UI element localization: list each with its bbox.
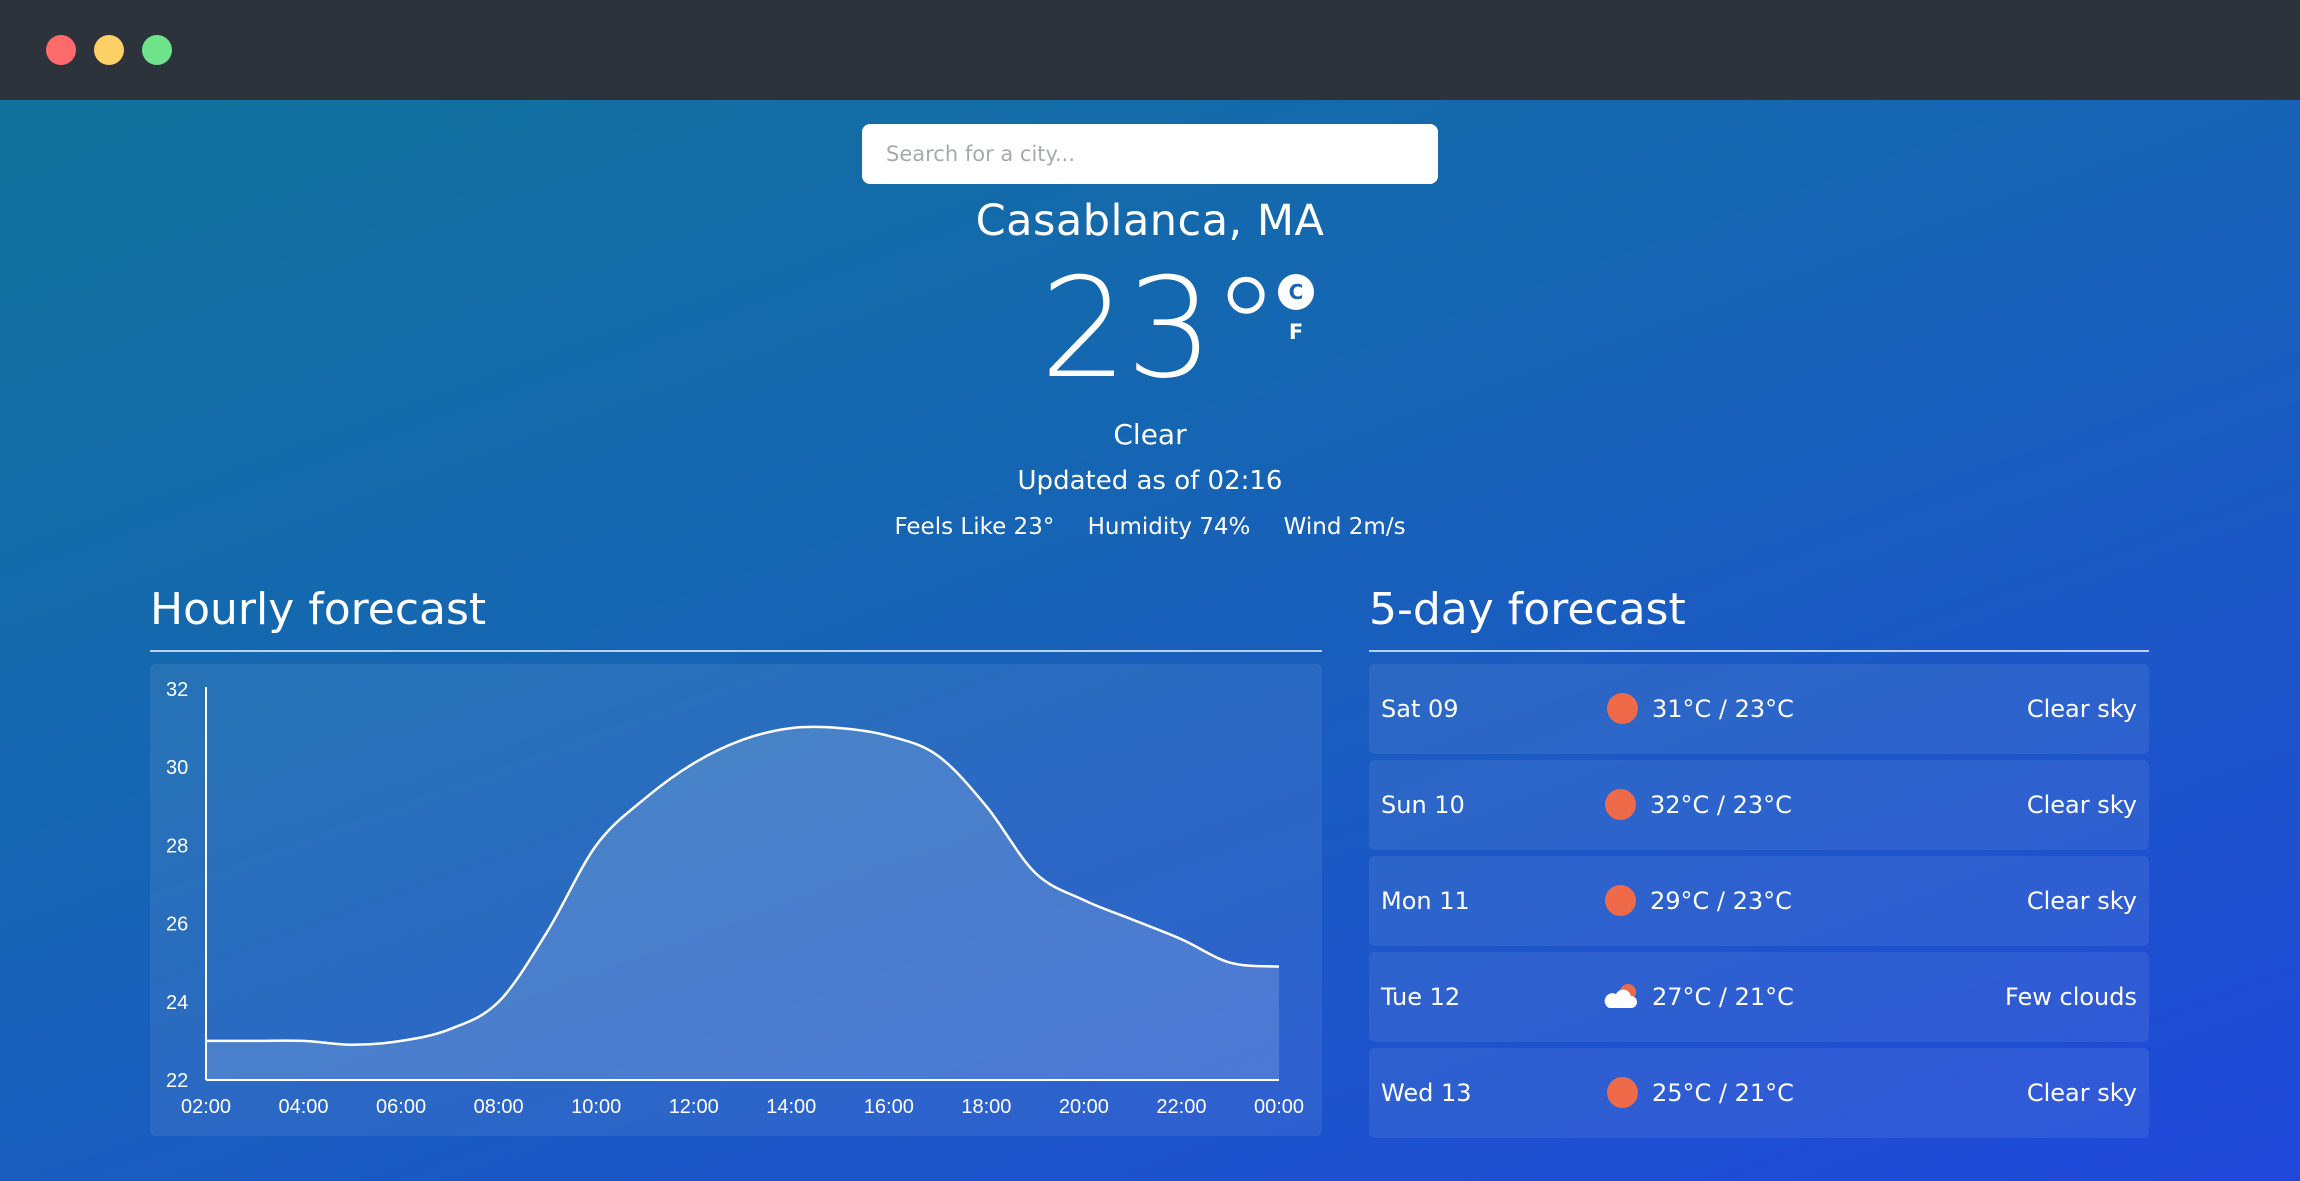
day-row: Tue 12 27°C / 21°C Few clouds: [1369, 952, 2149, 1042]
x-tick-label: 20:00: [1059, 1096, 1109, 1118]
x-tick-label: 02:00: [181, 1096, 231, 1118]
y-tick-label: 28: [166, 835, 188, 857]
x-tick-label: 22:00: [1156, 1096, 1206, 1118]
y-tick-label: 32: [166, 679, 188, 701]
weather-condition: Clear: [1113, 418, 1187, 451]
day-label: Tue 12: [1381, 983, 1461, 1011]
updated-time: Updated as of 02:16: [1017, 466, 1283, 496]
city-search-input[interactable]: [862, 124, 1438, 184]
minimize-window-button[interactable]: [94, 35, 124, 65]
day-row: Sun 10 32°C / 23°C Clear sky: [1369, 760, 2149, 850]
hourly-chart: 22 24 26 28 30 32 02:00 04:00 06:00 08:00 10:00 12:…: [150, 664, 1322, 1136]
temp-range: 25°C / 21°C: [1652, 1079, 1794, 1107]
sun-icon: [1605, 789, 1636, 820]
x-tick-label: 12:00: [669, 1096, 719, 1118]
temp-range: 32°C / 23°C: [1650, 791, 1792, 819]
day-description: Clear sky: [2026, 695, 2137, 723]
y-tick-label: 22: [166, 1070, 188, 1092]
x-tick-label: 16:00: [864, 1096, 914, 1118]
series-area: [206, 726, 1279, 1080]
y-tick-label: 26: [166, 914, 188, 936]
x-tick-label: 18:00: [961, 1096, 1011, 1118]
x-tick-label: 06:00: [376, 1096, 426, 1118]
humidity: Humidity 74%: [1087, 514, 1251, 540]
browser-window: Casablanca, MA 23° C F Clear Updated as …: [0, 0, 2300, 1181]
fahrenheit-toggle[interactable]: F: [1278, 320, 1314, 344]
sun-icon: [1605, 885, 1636, 916]
current-temperature: 23°: [1040, 248, 1281, 409]
x-tick-label: 14:00: [766, 1096, 816, 1118]
x-tick-label: 00:00: [1254, 1096, 1304, 1118]
x-tick-label: 10:00: [571, 1096, 621, 1118]
day-label: Mon 11: [1381, 887, 1470, 915]
close-window-button[interactable]: [46, 35, 76, 65]
day-description: Few clouds: [2004, 983, 2137, 1011]
temp-range: 27°C / 21°C: [1652, 983, 1794, 1011]
day-description: Clear sky: [2026, 887, 2137, 915]
day-label: Sun 10: [1381, 791, 1465, 819]
day-row: Sat 09 31°C / 23°C Clear sky: [1369, 664, 2149, 754]
sun-icon: [1607, 1077, 1638, 1108]
hourly-forecast-title: Hourly forecast: [150, 584, 487, 635]
weather-details: Feels Like 23° Humidity 74% Wind 2m/s: [0, 514, 2300, 540]
title-bar: [0, 0, 2300, 100]
wind: Wind 2m/s: [1283, 514, 1406, 540]
feels-like: Feels Like 23°: [894, 514, 1055, 540]
weather-app: Casablanca, MA 23° C F Clear Updated as …: [0, 100, 2300, 1181]
day-row: Mon 11 29°C / 23°C Clear sky: [1369, 856, 2149, 946]
day-label: Sat 09: [1381, 695, 1459, 723]
y-tick-label: 24: [166, 992, 188, 1014]
sun-icon: [1607, 693, 1638, 724]
day-row: Wed 13 25°C / 21°C Clear sky: [1369, 1048, 2149, 1138]
celsius-toggle[interactable]: C: [1278, 274, 1314, 310]
temp-range: 31°C / 23°C: [1652, 695, 1794, 723]
cloud-sun-icon: [1604, 984, 1637, 1008]
x-tick-label: 04:00: [279, 1096, 329, 1118]
maximize-window-button[interactable]: [142, 35, 172, 65]
y-tick-label: 30: [166, 757, 188, 779]
hourly-divider: [150, 650, 1322, 652]
temp-range: 29°C / 23°C: [1650, 887, 1792, 915]
hourly-chart-svg: 22 24 26 28 30 32 02:00 04:00 06:00 08:00 10:00 12:…: [166, 679, 1304, 1118]
five-day-forecast-title: 5-day forecast: [1369, 584, 1686, 635]
day-description: Clear sky: [2026, 1079, 2137, 1107]
five-day-divider: [1369, 650, 2149, 652]
day-label: Wed 13: [1381, 1079, 1472, 1107]
x-tick-label: 08:00: [474, 1096, 524, 1118]
day-description: Clear sky: [2026, 791, 2137, 819]
city-name: Casablanca, MA: [975, 196, 1325, 246]
